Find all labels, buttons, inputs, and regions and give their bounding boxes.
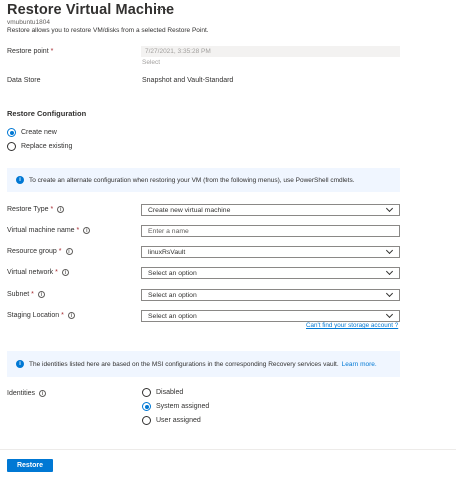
info-icon[interactable]: i	[57, 206, 65, 213]
radio-user-assigned-label: User assigned	[156, 417, 201, 424]
chevron-down-icon	[385, 246, 394, 255]
resource-group-value: linuxRsVault	[148, 248, 186, 256]
info-icon: i	[16, 360, 24, 368]
learn-more-link[interactable]: Learn more.	[342, 361, 377, 368]
staging-location-label: Staging Location * i	[7, 312, 75, 319]
radio-replace-existing[interactable]: Replace existing	[7, 142, 72, 151]
radio-system-assigned[interactable]: System assigned	[142, 402, 209, 411]
vm-subtitle: vmubuntu1804	[7, 19, 51, 26]
radio-unchecked-icon	[142, 388, 151, 397]
vm-name-placeholder: Enter a name	[148, 227, 189, 235]
info-icon[interactable]: i	[61, 269, 69, 276]
identities-info-banner: i The identities listed here are based o…	[7, 351, 400, 377]
page-title: Restore Virtual Machine	[7, 2, 175, 18]
restore-configuration-title: Restore Configuration	[7, 109, 87, 118]
powershell-info-banner: i To create an alternate configuration w…	[7, 168, 400, 192]
radio-replace-existing-label: Replace existing	[21, 143, 73, 150]
info-icon: i	[16, 176, 24, 184]
cant-find-storage-link[interactable]: Can't find your storage account ?	[306, 322, 398, 329]
info-icon[interactable]: i	[65, 248, 73, 255]
restore-type-label: Restore Type * i	[7, 206, 65, 213]
restore-point-select-link[interactable]: Select	[142, 59, 160, 66]
subnet-dropdown[interactable]: Select an option	[141, 289, 400, 301]
vm-name-label: Virtual machine name * i	[7, 227, 91, 234]
virtual-network-value: Select an option	[148, 269, 197, 277]
radio-system-assigned-label: System assigned	[156, 403, 210, 410]
radio-create-new-label: Create new	[21, 129, 57, 136]
info-icon[interactable]: i	[37, 291, 45, 298]
info-icon[interactable]: i	[39, 390, 47, 397]
virtual-network-dropdown[interactable]: Select an option	[141, 267, 400, 279]
info-icon[interactable]: i	[83, 227, 91, 234]
footer-divider	[0, 449, 456, 450]
data-store-label: Data Store	[7, 77, 41, 84]
subnet-value: Select an option	[148, 291, 197, 299]
radio-disabled[interactable]: Disabled	[142, 388, 183, 397]
chevron-down-icon	[385, 267, 394, 276]
resource-group-label: Resource group * i	[7, 248, 73, 255]
chevron-down-icon	[385, 289, 394, 298]
staging-location-value: Select an option	[148, 312, 197, 320]
vm-name-input[interactable]: Enter a name	[141, 225, 400, 237]
powershell-info-text: To create an alternate configuration whe…	[29, 176, 355, 184]
subnet-label: Subnet * i	[7, 291, 45, 298]
restore-point-field: 7/27/2021, 3:35:28 PM	[141, 46, 400, 57]
chevron-down-icon	[385, 310, 394, 319]
identities-info-text: The identities listed here are based on …	[29, 360, 339, 368]
identities-label: Identities i	[7, 390, 47, 397]
resource-group-dropdown[interactable]: linuxRsVault	[141, 246, 400, 258]
data-store-value: Snapshot and Vault-Standard	[142, 77, 234, 84]
page-description: Restore allows you to restore VM/disks f…	[7, 27, 209, 34]
staging-location-dropdown[interactable]: Select an option	[141, 310, 400, 322]
radio-checked-icon	[142, 402, 151, 411]
restore-type-dropdown[interactable]: Create new virtual machine	[141, 204, 400, 216]
info-icon[interactable]: i	[67, 312, 75, 319]
radio-unchecked-icon	[7, 142, 16, 151]
radio-create-new[interactable]: Create new	[7, 128, 57, 137]
restore-button[interactable]: Restore	[7, 459, 53, 472]
restore-point-label: Restore point *	[7, 48, 54, 55]
chevron-down-icon	[385, 204, 394, 213]
restore-type-value: Create new virtual machine	[148, 206, 231, 214]
radio-disabled-label: Disabled	[156, 389, 184, 396]
radio-checked-icon	[7, 128, 16, 137]
radio-unchecked-icon	[142, 416, 151, 425]
virtual-network-label: Virtual network * i	[7, 269, 69, 276]
radio-user-assigned[interactable]: User assigned	[142, 416, 201, 425]
more-options-icon[interactable]: ···	[156, 4, 168, 14]
